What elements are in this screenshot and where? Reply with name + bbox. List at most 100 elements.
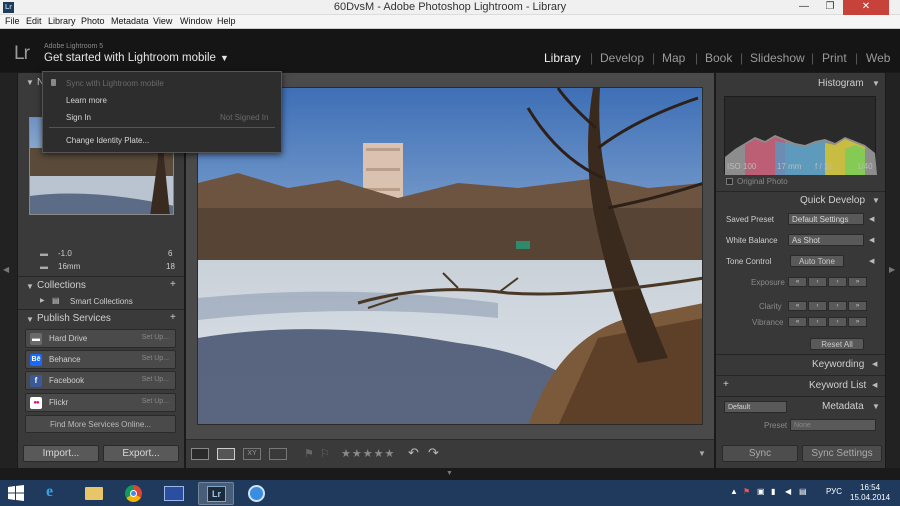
menu-edit[interactable]: Edit: [26, 16, 42, 26]
metadata-header[interactable]: Metadata: [822, 401, 864, 412]
tray-app-icon[interactable]: ▣: [757, 487, 765, 496]
publish-service-facebook[interactable]: f Facebook Set Up...: [25, 371, 176, 390]
expand-filmstrip-icon[interactable]: ▼: [446, 470, 453, 477]
filmstrip-edge[interactable]: ▼: [0, 468, 900, 480]
import-button[interactable]: Import...: [23, 445, 99, 462]
file-explorer-icon[interactable]: [76, 482, 112, 505]
service-setup-link[interactable]: Set Up...: [142, 334, 169, 341]
internet-explorer-icon[interactable]: e: [36, 482, 72, 505]
expand-triangle-icon[interactable]: ◀: [872, 360, 877, 368]
module-slideshow[interactable]: Slideshow: [750, 51, 805, 65]
expand-triangle-icon[interactable]: ▼: [26, 282, 34, 291]
publish-service-behance[interactable]: Bē Behance Set Up...: [25, 350, 176, 369]
flag-reject-icon[interactable]: ⚐: [320, 447, 330, 460]
collections-header[interactable]: Collections: [37, 280, 86, 291]
module-map[interactable]: Map: [662, 51, 685, 65]
flag-pick-icon[interactable]: ⚑: [304, 447, 314, 460]
expand-triangle-icon[interactable]: ▼: [26, 78, 34, 87]
exposure-increase-large[interactable]: »: [848, 277, 867, 287]
module-web[interactable]: Web: [866, 51, 890, 65]
publish-service-hard-drive[interactable]: ▬ Hard Drive Set Up...: [25, 329, 176, 348]
menu-metadata[interactable]: Metadata: [111, 16, 149, 26]
expand-triangle-icon[interactable]: ◀: [869, 215, 874, 223]
menu-library[interactable]: Library: [48, 16, 76, 26]
smart-collections-item[interactable]: Smart Collections: [70, 297, 133, 306]
expand-triangle-icon[interactable]: ◀: [872, 381, 877, 389]
learn-more-item[interactable]: Learn more: [66, 96, 107, 105]
menu-file[interactable]: File: [5, 16, 20, 26]
grid-view-icon[interactable]: [191, 448, 209, 460]
chrome-icon[interactable]: [116, 482, 152, 505]
metadata-preset-select[interactable]: None: [790, 419, 876, 431]
exposure-increase[interactable]: ›: [828, 277, 847, 287]
vibrance-increase[interactable]: ›: [828, 317, 847, 327]
metadata-set-select[interactable]: Default: [724, 401, 787, 413]
taskbar-lightroom-icon[interactable]: Lr: [198, 482, 234, 505]
language-indicator[interactable]: РУС: [826, 487, 842, 496]
collapse-triangle-icon[interactable]: ▼: [872, 402, 880, 411]
publish-service-flickr[interactable]: ●● Flickr Set Up...: [25, 393, 176, 412]
expand-triangle-icon[interactable]: ▼: [26, 315, 34, 324]
original-photo-checkbox[interactable]: [726, 178, 733, 185]
menu-photo[interactable]: Photo: [81, 16, 105, 26]
collapse-triangle-icon[interactable]: ▼: [872, 196, 880, 205]
service-setup-link[interactable]: Set Up...: [142, 398, 169, 405]
collapse-right-icon[interactable]: ▶: [889, 265, 895, 274]
collapse-left-icon[interactable]: ◀: [3, 265, 9, 274]
publish-services-header[interactable]: Publish Services: [37, 313, 111, 324]
folder-row[interactable]: ▬ 16mm 18: [40, 262, 175, 271]
expand-triangle-icon[interactable]: ◀: [869, 257, 874, 265]
reset-all-button[interactable]: Reset All: [810, 338, 864, 350]
add-publish-service-icon[interactable]: +: [170, 312, 176, 323]
service-setup-link[interactable]: Set Up...: [142, 376, 169, 383]
survey-view-icon[interactable]: [269, 448, 287, 460]
white-balance-select[interactable]: As Shot: [788, 234, 864, 246]
close-button[interactable]: ✕: [843, 0, 889, 15]
keywording-header[interactable]: Keywording: [812, 359, 864, 370]
tray-power-icon[interactable]: ▤: [799, 487, 807, 496]
right-panel-edge[interactable]: ▶: [886, 73, 900, 468]
histogram-header[interactable]: Histogram: [818, 78, 864, 89]
tray-volume-icon[interactable]: ◀: [785, 487, 791, 496]
itunes-icon[interactable]: [239, 482, 275, 505]
menu-window[interactable]: Window: [180, 16, 212, 26]
clarity-decrease[interactable]: ‹: [808, 301, 827, 311]
sync-button[interactable]: Sync: [722, 445, 798, 462]
left-panel-edge[interactable]: ◀: [0, 73, 17, 468]
rotate-right-icon[interactable]: ↷: [428, 445, 439, 461]
exposure-decrease[interactable]: ‹: [808, 277, 827, 287]
find-more-services-button[interactable]: Find More Services Online...: [25, 415, 176, 433]
menu-view[interactable]: View: [153, 16, 172, 26]
clarity-increase-large[interactable]: »: [848, 301, 867, 311]
tray-expand-icon[interactable]: ▲: [730, 487, 738, 496]
star-rating[interactable]: ★★★★★: [341, 447, 395, 460]
sync-settings-button[interactable]: Sync Settings: [802, 445, 882, 462]
tray-network-icon[interactable]: ▮: [771, 487, 775, 496]
service-setup-link[interactable]: Set Up...: [142, 355, 169, 362]
collapse-triangle-icon[interactable]: ▼: [872, 79, 880, 88]
exposure-decrease-large[interactable]: «: [788, 277, 807, 287]
tray-flag-icon[interactable]: ⚑: [743, 487, 750, 496]
loupe-view-icon[interactable]: [217, 448, 235, 460]
quick-develop-header[interactable]: Quick Develop: [800, 195, 865, 206]
auto-tone-button[interactable]: Auto Tone: [790, 255, 844, 267]
compare-view-icon[interactable]: XY: [243, 448, 261, 460]
clarity-increase[interactable]: ›: [828, 301, 847, 311]
module-develop[interactable]: Develop: [600, 51, 644, 65]
saved-preset-select[interactable]: Default Settings: [788, 213, 864, 225]
vibrance-decrease[interactable]: ‹: [808, 317, 827, 327]
add-collection-icon[interactable]: +: [170, 279, 176, 290]
export-button[interactable]: Export...: [103, 445, 179, 462]
keyword-list-header[interactable]: Keyword List: [809, 380, 866, 391]
sign-in-item[interactable]: Sign In: [66, 113, 91, 122]
windows-start-icon[interactable]: [8, 485, 24, 501]
expand-triangle-icon[interactable]: ◀: [869, 236, 874, 244]
vibrance-increase-large[interactable]: »: [848, 317, 867, 327]
taskbar-clock[interactable]: 16:54 15.04.2014: [850, 483, 890, 503]
maximize-button[interactable]: ❐: [817, 0, 843, 15]
folder-row[interactable]: ▬ -1.0 6: [40, 249, 172, 258]
rotate-left-icon[interactable]: ↶: [408, 445, 419, 461]
app-window-icon[interactable]: [156, 482, 192, 505]
add-keyword-icon[interactable]: +: [723, 379, 729, 390]
module-book[interactable]: Book: [705, 51, 732, 65]
